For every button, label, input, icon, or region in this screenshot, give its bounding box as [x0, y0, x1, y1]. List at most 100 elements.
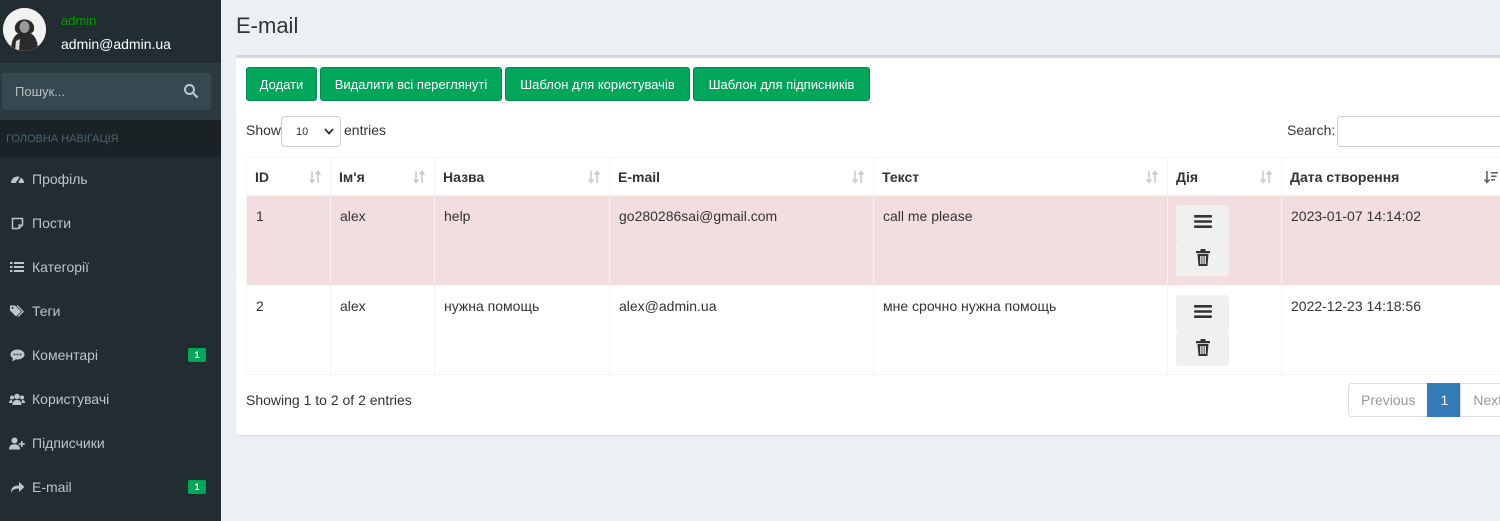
chevron-down-icon: [324, 126, 334, 138]
view-button[interactable]: [1176, 205, 1229, 241]
sidebar-item-email[interactable]: E-mail 1: [0, 465, 221, 509]
sidebar-item-posts[interactable]: Пости: [0, 201, 221, 245]
column-header-created[interactable]: Дата створення: [1281, 157, 1500, 196]
cell-id: 1: [246, 195, 331, 286]
table-header-row: ID Ім'я Назва E-mail Текст Дія Дата ство…: [246, 157, 1500, 196]
entries-label: entries: [344, 122, 387, 138]
cell-text: мне срочно нужна помощь: [873, 285, 1168, 375]
sort-icon: [1259, 170, 1273, 184]
action-buttons: [1176, 205, 1273, 276]
view-button[interactable]: [1176, 295, 1229, 331]
post-icon: [9, 215, 25, 231]
page-title: E-mail: [236, 13, 299, 38]
cell-created: 2023-01-07 14:14:02: [1281, 195, 1500, 286]
cell-title: нужна помощь: [434, 285, 610, 375]
column-header-action[interactable]: Дія: [1167, 157, 1282, 196]
column-header-label: Дія: [1176, 168, 1199, 185]
cell-actions: [1167, 195, 1282, 286]
sidebar-item-label: Теги: [32, 303, 61, 319]
column-header-text[interactable]: Текст: [873, 157, 1168, 196]
email-table: ID Ім'я Назва E-mail Текст Дія Дата ство…: [246, 157, 1500, 375]
user-name[interactable]: admin: [61, 13, 96, 28]
sort-icon: [412, 170, 426, 184]
trash-icon: [1195, 248, 1210, 269]
delete-viewed-button[interactable]: Видалити всі переглянуті: [320, 67, 502, 101]
sidebar-search-input[interactable]: [2, 73, 177, 110]
sidebar-item-subscribers[interactable]: Підписчики: [0, 421, 221, 465]
comment-icon: [9, 347, 25, 363]
delete-button[interactable]: [1176, 241, 1229, 276]
dashboard-icon: [9, 171, 25, 187]
sidebar-item-comments[interactable]: Коментарі 1: [0, 333, 221, 377]
column-header-label: Дата створення: [1290, 168, 1400, 185]
table-search-label: Search:: [1287, 122, 1336, 138]
cell-email: alex@admin.ua: [609, 285, 874, 375]
next-page-button[interactable]: Next: [1460, 383, 1500, 417]
cell-name: alex: [330, 285, 435, 375]
cell-id: 2: [246, 285, 331, 375]
trash-icon: [1195, 338, 1210, 359]
users-icon: [9, 391, 25, 407]
share-icon: [9, 479, 25, 495]
sidebar-item-label: Підписчики: [32, 435, 105, 451]
page-length-select[interactable]: 10: [281, 116, 341, 147]
sidebar-item-label: Пости: [32, 215, 72, 231]
user-panel: admin admin@admin.ua: [0, 0, 221, 63]
sidebar-item-users[interactable]: Користувачі: [0, 377, 221, 421]
column-header-email[interactable]: E-mail: [609, 157, 874, 196]
column-header-label: ID: [255, 168, 269, 185]
avatar: [3, 8, 46, 51]
sort-desc-icon: [1483, 170, 1498, 184]
cell-text: call me please: [873, 195, 1168, 286]
column-header-label: E-mail: [618, 168, 661, 185]
column-header-name[interactable]: Ім'я: [330, 157, 435, 196]
cell-actions: [1167, 285, 1282, 375]
cell-title: help: [434, 195, 610, 286]
sidebar-item-categories[interactable]: Категорії: [0, 245, 221, 289]
user-email: admin@admin.ua: [61, 36, 171, 52]
user-template-button[interactable]: Шаблон для користувачів: [505, 67, 690, 101]
sidebar-item-profile[interactable]: Профіль: [0, 157, 221, 201]
sidebar-item-label: Профіль: [32, 171, 88, 187]
comments-count-badge: 1: [188, 348, 206, 362]
sort-icon: [851, 170, 865, 184]
column-header-id[interactable]: ID: [246, 157, 331, 196]
page-length-value: 10: [296, 125, 309, 138]
column-header-label: Ім'я: [339, 168, 365, 185]
cell-name: alex: [330, 195, 435, 286]
add-button[interactable]: Додати: [246, 67, 317, 101]
previous-page-button[interactable]: Previous: [1348, 383, 1429, 417]
email-count-badge: 1: [188, 480, 206, 494]
cell-email: go280286sai@gmail.com: [609, 195, 874, 286]
table-search-input[interactable]: [1337, 116, 1500, 147]
sidebar-item-label: Користувачі: [32, 391, 110, 407]
sort-icon: [1145, 170, 1159, 184]
page-button-1[interactable]: 1: [1427, 383, 1462, 417]
pagination: Previous 1 Next: [1348, 383, 1500, 417]
sidebar-item-label: Коментарі: [32, 347, 99, 363]
cell-created: 2022-12-23 14:18:56: [1281, 285, 1500, 375]
tags-icon: [9, 303, 25, 319]
column-header-label: Текст: [882, 168, 920, 185]
search-icon[interactable]: [183, 83, 199, 99]
show-label: Show: [246, 122, 282, 138]
nav-list: Профіль Пости Категорії Теги Коментарі 1…: [0, 157, 221, 509]
user-plus-icon: [9, 435, 25, 451]
sort-icon: [308, 170, 322, 184]
sidebar-search-box: [2, 73, 211, 110]
action-buttons: [1176, 295, 1273, 366]
column-header-title[interactable]: Назва: [434, 157, 610, 196]
sidebar: admin admin@admin.ua ГОЛОВНА НАВІГАЦІЯ П…: [0, 0, 221, 521]
subscriber-template-button[interactable]: Шаблон для підписників: [693, 67, 870, 101]
column-header-label: Назва: [443, 168, 485, 185]
table-row: 2 alex нужна помощь alex@admin.ua мне ср…: [246, 285, 1500, 375]
sidebar-item-label: E-mail: [32, 479, 72, 495]
table-info: Showing 1 to 2 of 2 entries: [246, 392, 412, 408]
sidebar-item-tags[interactable]: Теги: [0, 289, 221, 333]
sort-icon: [587, 170, 601, 184]
sidebar-item-label: Категорії: [32, 259, 90, 275]
list-icon: [9, 259, 25, 275]
delete-button[interactable]: [1176, 331, 1229, 366]
bars-icon: [1193, 214, 1212, 232]
nav-header: ГОЛОВНА НАВІГАЦІЯ: [0, 120, 221, 157]
